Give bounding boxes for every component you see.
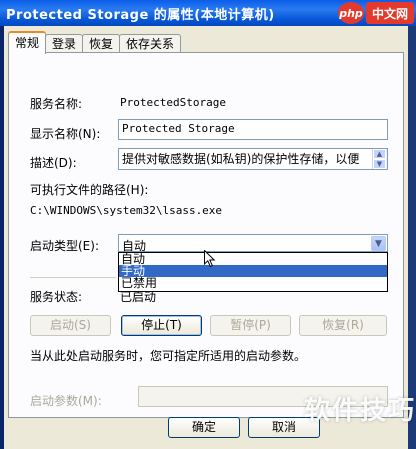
description-scrollbar[interactable]: ▲ ▼ xyxy=(372,149,387,169)
start-params-label: 启动参数(M): xyxy=(30,394,102,408)
zw-logo: 中文网 xyxy=(366,2,414,24)
service-status-label: 服务状态: xyxy=(30,290,83,304)
properties-dialog: 常规 登录 恢复 依存关系 服务名称: ProtectedStorage 显示名… xyxy=(4,26,408,449)
startup-option-manual[interactable]: 手动 xyxy=(119,265,387,277)
service-name-value: ProtectedStorage xyxy=(120,96,226,109)
scroll-down-icon[interactable]: ▼ xyxy=(373,159,386,169)
scroll-up-icon[interactable]: ▲ xyxy=(373,149,386,159)
startup-option-disabled[interactable]: 已禁用 xyxy=(119,277,387,289)
tab-dependencies[interactable]: 依存关系 xyxy=(119,34,182,53)
display-name-label: 显示名称(N): xyxy=(30,127,101,141)
exe-path-label: 可执行文件的路径(H): xyxy=(30,183,149,197)
service-name-label: 服务名称: xyxy=(30,97,83,111)
stop-button[interactable]: 停止(T) xyxy=(121,315,202,336)
startup-option-auto[interactable]: 自动 xyxy=(119,253,387,265)
tab-recovery[interactable]: 恢复 xyxy=(82,34,121,53)
description-field[interactable]: 提供对敏感数据(如私钥)的保护性存储，以便 ▲ ▼ xyxy=(118,148,388,170)
pause-button[interactable]: 暂停(P) xyxy=(210,315,291,336)
tab-logon[interactable]: 登录 xyxy=(45,34,84,53)
divider xyxy=(30,277,116,278)
startup-type-select[interactable]: 自动 ▼ xyxy=(118,234,388,253)
start-button[interactable]: 启动(S) xyxy=(30,315,111,336)
background-window-edge xyxy=(408,26,416,449)
chevron-down-icon[interactable]: ▼ xyxy=(371,236,386,251)
php-logo: php xyxy=(338,2,364,24)
general-panel: 服务名称: ProtectedStorage 显示名称(N): Protecte… xyxy=(8,52,404,418)
site-logos: php 中文网 xyxy=(338,2,414,24)
ok-button[interactable]: 确定 xyxy=(168,417,240,438)
tab-general[interactable]: 常规 xyxy=(8,31,47,54)
startup-type-label: 启动类型(E): xyxy=(30,239,99,253)
startup-type-dropdown[interactable]: 自动 手动 已禁用 xyxy=(118,252,388,292)
exe-path-value: C:\WINDOWS\system32\lsass.exe xyxy=(30,204,223,217)
tab-strip: 常规 登录 恢复 依存关系 xyxy=(8,31,182,54)
window-title: Protected Storage 的属性(本地计算机) xyxy=(6,7,275,23)
mouse-cursor-icon xyxy=(204,250,216,268)
watermark: 软件技巧 xyxy=(303,396,416,426)
description-text: 提供对敏感数据(如私钥)的保护性存储，以便 xyxy=(122,152,360,166)
resume-button[interactable]: 恢复(R) xyxy=(299,315,387,336)
description-label: 描述(D): xyxy=(30,156,77,170)
start-params-hint: 当从此处启动服务时，您可指定所适用的启动参数。 xyxy=(30,349,307,363)
display-name-field[interactable]: Protected Storage xyxy=(118,119,388,140)
